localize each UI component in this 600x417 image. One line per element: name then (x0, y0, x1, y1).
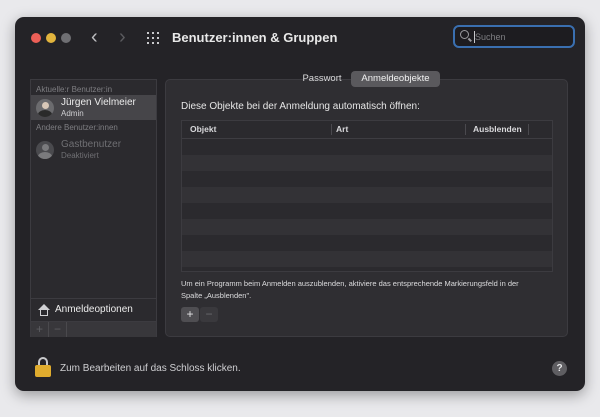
search-icon (460, 30, 469, 39)
avatar (36, 99, 54, 117)
lock-icon[interactable] (35, 357, 51, 377)
help-icon[interactable]: ? (552, 361, 567, 376)
grid-icon[interactable] (147, 32, 159, 44)
tab-password[interactable]: Passwort (293, 71, 351, 87)
user-role: Admin (61, 109, 84, 118)
panel-heading: Diese Objekte bei der Anmeldung automati… (181, 101, 420, 112)
remove-user-button[interactable]: − (49, 322, 67, 337)
table-row (182, 171, 552, 187)
user-name: Jürgen Vielmeier (61, 97, 136, 108)
login-options-label: Anmeldeoptionen (55, 304, 133, 315)
preferences-window: ‹ › Benutzer:innen & Gruppen Aktuelle:r … (15, 17, 585, 391)
hide-hint-text: Um ein Programm beim Anmelden auszublend… (181, 279, 519, 300)
login-options-button[interactable]: Anmeldeoptionen (31, 298, 156, 321)
column-header-type[interactable]: Art (336, 124, 348, 134)
close-button[interactable] (31, 33, 41, 43)
title-bar: ‹ › Benutzer:innen & Gruppen (15, 17, 585, 61)
tab-login-items[interactable]: Anmeldeobjekte (351, 71, 440, 87)
other-users-section-label: Andere Benutzer:innen (36, 123, 118, 132)
add-user-button[interactable]: + (31, 322, 49, 337)
footer: Zum Bearbeiten auf das Schloss klicken. … (15, 347, 585, 391)
sidebar-item-guest-user[interactable]: Gastbenutzer Deaktiviert (31, 137, 156, 162)
guest-name: Gastbenutzer (61, 139, 122, 150)
table-row (182, 203, 552, 219)
current-user-section-label: Aktuelle:r Benutzer:in (36, 85, 113, 94)
add-login-item-button[interactable]: + (181, 307, 199, 322)
search-field[interactable] (453, 25, 575, 48)
guest-avatar-icon (36, 141, 54, 159)
sidebar-item-current-user[interactable]: Jürgen Vielmeier Admin (31, 95, 156, 120)
column-header-object[interactable]: Objekt (190, 124, 216, 134)
lock-hint-text: Zum Bearbeiten auf das Schloss klicken. (60, 363, 241, 374)
window-title: Benutzer:innen & Gruppen (172, 30, 338, 45)
zoom-button[interactable] (61, 33, 71, 43)
search-input[interactable] (475, 29, 569, 45)
table-header: Objekt Art Ausblenden (182, 121, 552, 139)
table-row (182, 187, 552, 203)
house-icon (38, 304, 50, 316)
column-header-hide[interactable]: Ausblenden (473, 124, 522, 134)
guest-status: Deaktiviert (61, 151, 99, 160)
chevron-right-icon[interactable]: › (119, 27, 126, 47)
user-sidebar: Aktuelle:r Benutzer:in Jürgen Vielmeier … (30, 79, 157, 337)
remove-login-item-button[interactable]: − (200, 307, 218, 322)
login-items-buttons: + − (181, 307, 218, 322)
table-row (182, 155, 552, 171)
login-items-panel: Diese Objekte bei der Anmeldung automati… (165, 79, 568, 337)
table-row (182, 251, 552, 267)
table-row (182, 219, 552, 235)
minimize-button[interactable] (46, 33, 56, 43)
sidebar-button-bar: + − (31, 321, 156, 337)
login-items-table[interactable]: Objekt Art Ausblenden (181, 120, 553, 272)
table-row (182, 139, 552, 155)
table-row (182, 235, 552, 251)
chevron-left-icon[interactable]: ‹ (91, 27, 98, 47)
